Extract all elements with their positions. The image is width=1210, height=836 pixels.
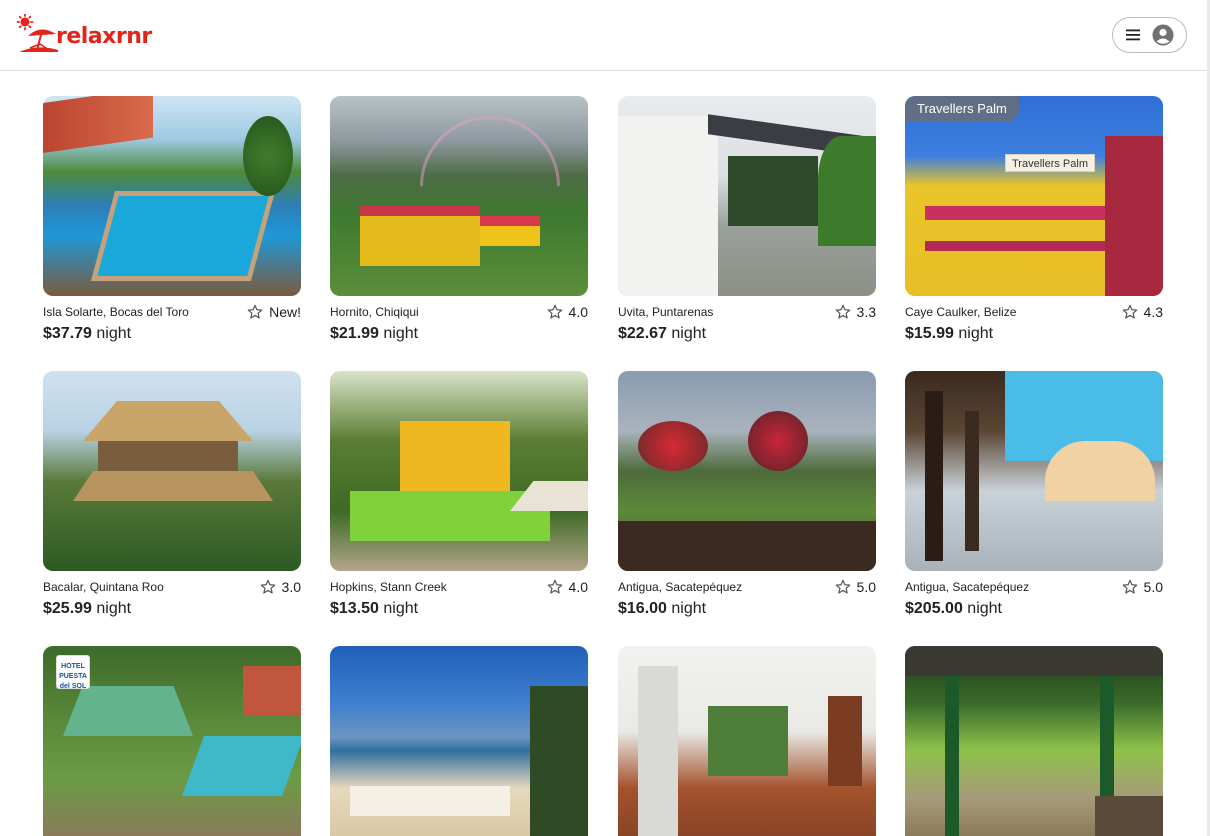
star-outline-icon (547, 304, 562, 319)
listing-photo[interactable] (330, 96, 588, 296)
listing-card[interactable]: HOTEL PUESTA del SOL (43, 646, 301, 836)
user-menu-button[interactable] (1112, 17, 1187, 53)
listing-location: Caye Caulker, Belize (905, 305, 1017, 319)
listing-card[interactable]: Travellers Palm Travellers Palm Caye Cau… (905, 96, 1163, 343)
listing-photo[interactable] (618, 96, 876, 296)
listing-location: Hornito, Chiqiqui (330, 305, 419, 319)
star-outline-icon (835, 579, 850, 594)
listing-price: $25.99 night (43, 600, 301, 618)
listing-price: $15.99 night (905, 325, 1163, 343)
star-outline-icon (260, 579, 275, 594)
price-amount: $13.50 (330, 600, 379, 617)
listing-photo[interactable] (330, 646, 588, 836)
listing-rating: 5.0 (835, 579, 876, 595)
listing-rating: 4.0 (547, 304, 588, 320)
price-amount: $21.99 (330, 325, 379, 342)
listing-rating: 5.0 (1122, 579, 1163, 595)
rating-value: 3.3 (856, 304, 876, 320)
listing-card[interactable] (905, 646, 1163, 836)
star-outline-icon (1122, 304, 1137, 319)
price-unit: night (383, 325, 419, 342)
listing-card[interactable]: Hornito, Chiqiqui 4.0 $21.99 night (330, 96, 588, 343)
listing-price: $22.67 night (618, 325, 876, 343)
hamburger-menu-icon (1125, 29, 1140, 41)
rating-value: 3.0 (281, 579, 301, 595)
listing-photo[interactable] (618, 646, 876, 836)
listing-rating: New! (247, 304, 301, 320)
listing-card[interactable]: Uvita, Puntarenas 3.3 $22.67 night (618, 96, 876, 343)
listing-card[interactable] (330, 646, 588, 836)
price-amount: $25.99 (43, 600, 92, 617)
price-unit: night (967, 600, 1002, 617)
listing-photo[interactable] (43, 96, 301, 296)
listing-photo[interactable] (330, 371, 588, 571)
price-unit: night (383, 600, 419, 617)
star-outline-icon (835, 304, 850, 319)
price-amount: $22.67 (618, 325, 667, 342)
rating-value: 5.0 (1143, 579, 1163, 595)
listing-card[interactable]: Isla Solarte, Bocas del Toro New! $37.79… (43, 96, 301, 343)
listing-badge: Travellers Palm (905, 96, 1019, 122)
rating-value: 4.0 (568, 579, 588, 595)
listing-card[interactable]: Hopkins, Stann Creek 4.0 $13.50 night (330, 371, 588, 618)
listing-photo[interactable] (43, 371, 301, 571)
star-outline-icon (547, 579, 562, 594)
rating-value: 4.0 (568, 304, 588, 320)
rating-value: New! (269, 304, 301, 320)
listing-price: $16.00 night (618, 600, 876, 618)
listing-price: $21.99 night (330, 325, 588, 343)
listing-location: Antigua, Sacatepéquez (905, 580, 1030, 594)
listing-location: Hopkins, Stann Creek (330, 580, 447, 594)
listing-card[interactable]: Antigua, Sacatepéquez 5.0 $16.00 night (618, 371, 876, 618)
listing-rating: 3.0 (260, 579, 301, 595)
user-circle-icon (1152, 24, 1173, 46)
logo[interactable]: relaxrnr (16, 14, 152, 56)
photo-tooltip: Travellers Palm (1005, 154, 1095, 172)
listing-photo[interactable] (618, 371, 876, 571)
listing-card[interactable]: Bacalar, Quintana Roo 3.0 $25.99 night (43, 371, 301, 618)
price-unit: night (96, 600, 132, 617)
star-outline-icon (1122, 579, 1137, 594)
rating-value: 5.0 (856, 579, 876, 595)
price-unit: night (958, 325, 994, 342)
price-amount: $15.99 (905, 325, 954, 342)
star-outline-icon (247, 304, 263, 319)
price-amount: $205.00 (905, 600, 963, 617)
price-unit: night (671, 600, 707, 617)
listing-location: Antigua, Sacatepéquez (618, 580, 743, 594)
listing-rating: 3.3 (835, 304, 876, 320)
price-amount: $37.79 (43, 325, 92, 342)
listing-price: $13.50 night (330, 600, 588, 618)
price-amount: $16.00 (618, 600, 667, 617)
logo-wordmark: relaxrnr (56, 23, 152, 49)
listing-card[interactable]: Antigua, Sacatepéquez 5.0 $205.00 night (905, 371, 1163, 618)
top-navbar: relaxrnr (0, 0, 1208, 71)
listing-rating: 4.0 (547, 579, 588, 595)
listing-photo[interactable] (905, 371, 1163, 571)
listing-photo[interactable]: HOTEL PUESTA del SOL (43, 646, 301, 836)
listing-price: $37.79 night (43, 325, 301, 343)
rating-value: 4.3 (1143, 304, 1163, 320)
price-unit: night (671, 325, 707, 342)
hotel-sign-logo: HOTEL PUESTA del SOL (56, 655, 90, 690)
listing-photo[interactable]: Travellers Palm Travellers Palm (905, 96, 1163, 296)
price-unit: night (96, 325, 132, 342)
listing-location: Bacalar, Quintana Roo (43, 580, 164, 594)
listing-rating: 4.3 (1122, 304, 1163, 320)
listing-location: Isla Solarte, Bocas del Toro (43, 305, 189, 319)
listing-card[interactable] (618, 646, 876, 836)
listing-location: Uvita, Puntarenas (618, 305, 714, 319)
listing-photo[interactable] (905, 646, 1163, 836)
listing-price: $205.00 night (905, 600, 1163, 618)
